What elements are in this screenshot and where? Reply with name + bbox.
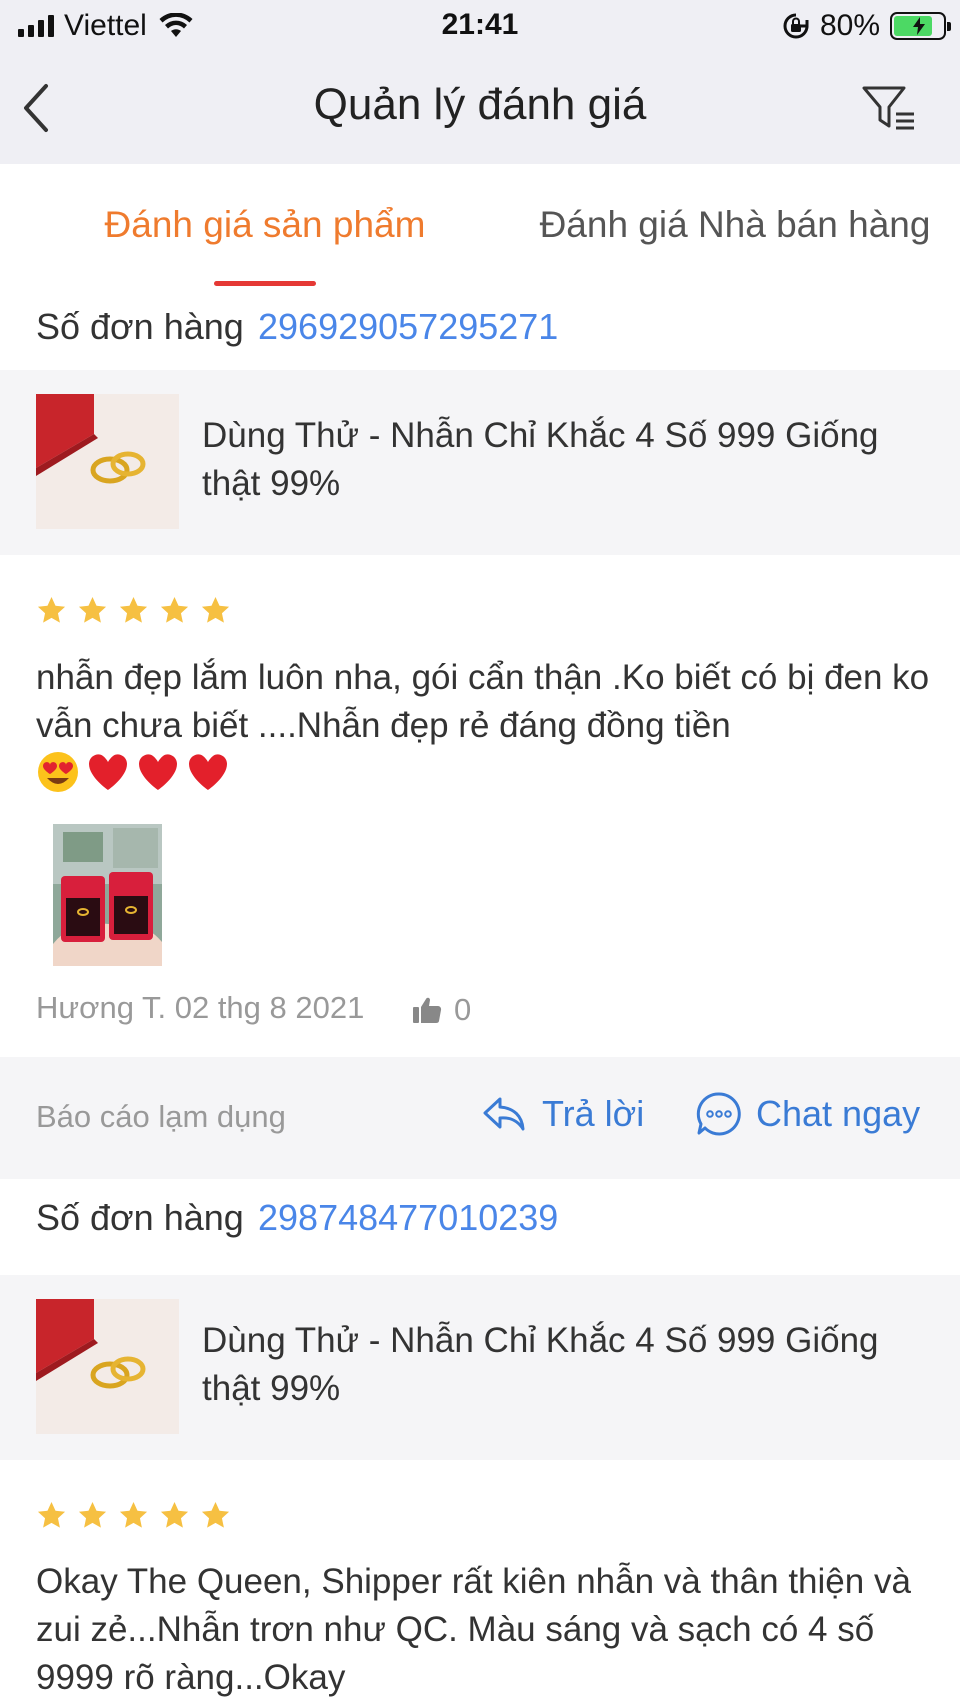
order-number-row: Số đơn hàng 298748477010239: [0, 1179, 960, 1261]
reply-button[interactable]: Trả lời: [482, 1093, 644, 1135]
chat-now-label: Chat ngay: [756, 1093, 921, 1134]
product-row[interactable]: Dùng Thử - Nhẫn Chỉ Khắc 4 Số 999 Giống …: [0, 1275, 960, 1460]
report-abuse-link[interactable]: Báo cáo lạm dụng: [36, 1099, 286, 1135]
battery-percent: 80%: [819, 9, 880, 42]
filter-icon: [862, 86, 914, 130]
chat-now-button[interactable]: Chat ngay: [696, 1091, 920, 1137]
red-heart-icon: [139, 754, 177, 790]
star-icon: [78, 1501, 107, 1528]
product-thumbnail: [36, 1299, 179, 1434]
star-icon: [201, 596, 230, 623]
navigation-bar: Quản lý đánh giá: [0, 52, 960, 164]
tab-seller-reviews[interactable]: Đánh giá Nhà bán hàng: [510, 204, 960, 246]
tab-product-reviews[interactable]: Đánh giá sản phẩm: [0, 204, 530, 246]
star-rating: [36, 1500, 231, 1531]
order-number-label: Số đơn hàng: [36, 1197, 244, 1238]
review-action-row: Báo cáo lạm dụng Trả lời Chat ngay: [0, 1057, 960, 1179]
review-text: nhẫn đẹp lắm luôn nha, gói cẩn thận .Ko …: [36, 658, 930, 745]
product-name: Dùng Thử - Nhẫn Chỉ Khắc 4 Số 999 Giống …: [202, 416, 879, 503]
status-bar: Viettel 21:41 80%: [0, 0, 960, 52]
star-icon: [119, 1501, 148, 1528]
product-row[interactable]: Dùng Thử - Nhẫn Chỉ Khắc 4 Số 999 Giống …: [0, 370, 960, 555]
chat-bubble-icon: [696, 1092, 741, 1136]
red-heart-icon: [89, 754, 127, 790]
star-icon: [160, 596, 189, 623]
review-author-date: Hương T. 02 thg 8 2021: [36, 990, 365, 1025]
star-icon: [119, 596, 148, 623]
star-rating: [36, 595, 231, 626]
rotation-lock-icon: [783, 13, 809, 39]
order-number-link[interactable]: 296929057295271: [258, 306, 558, 348]
product-name: Dùng Thử - Nhẫn Chỉ Khắc 4 Số 999 Giống …: [202, 1321, 879, 1408]
star-icon: [160, 1501, 189, 1528]
review-emoji-row: [36, 750, 230, 794]
status-bar-right: 80%: [782, 8, 951, 44]
heart-eyes-emoji-icon: [38, 752, 78, 792]
product-thumbnail: [36, 394, 179, 529]
order-number-row: Số đơn hàng 296929057295271: [0, 288, 960, 370]
star-icon: [78, 596, 107, 623]
like-count: 0: [454, 992, 472, 1027]
battery-charging-icon: [890, 12, 951, 40]
like-button[interactable]: 0: [412, 992, 471, 1028]
filter-button[interactable]: [860, 82, 920, 136]
review-text: Okay The Queen, Shipper rất kiên nhẫn và…: [36, 1562, 911, 1697]
red-heart-icon: [189, 754, 227, 790]
order-number-link[interactable]: 298748477010239: [258, 1197, 558, 1239]
order-number-label: Số đơn hàng: [36, 306, 244, 347]
star-icon: [37, 596, 66, 623]
star-icon: [201, 1501, 230, 1528]
active-tab-indicator: [214, 281, 316, 286]
page-title: Quản lý đánh giá: [313, 80, 647, 129]
reply-icon: [483, 1097, 525, 1131]
review-photo[interactable]: [53, 824, 162, 966]
reply-label: Trả lời: [542, 1093, 645, 1134]
thumbs-up-icon: [413, 997, 442, 1023]
review-meta-row: Hương T. 02 thg 8 2021 0: [36, 990, 936, 1034]
star-icon: [37, 1501, 66, 1528]
tab-bar: Đánh giá sản phẩm Đánh giá Nhà bán hàng: [0, 164, 960, 288]
